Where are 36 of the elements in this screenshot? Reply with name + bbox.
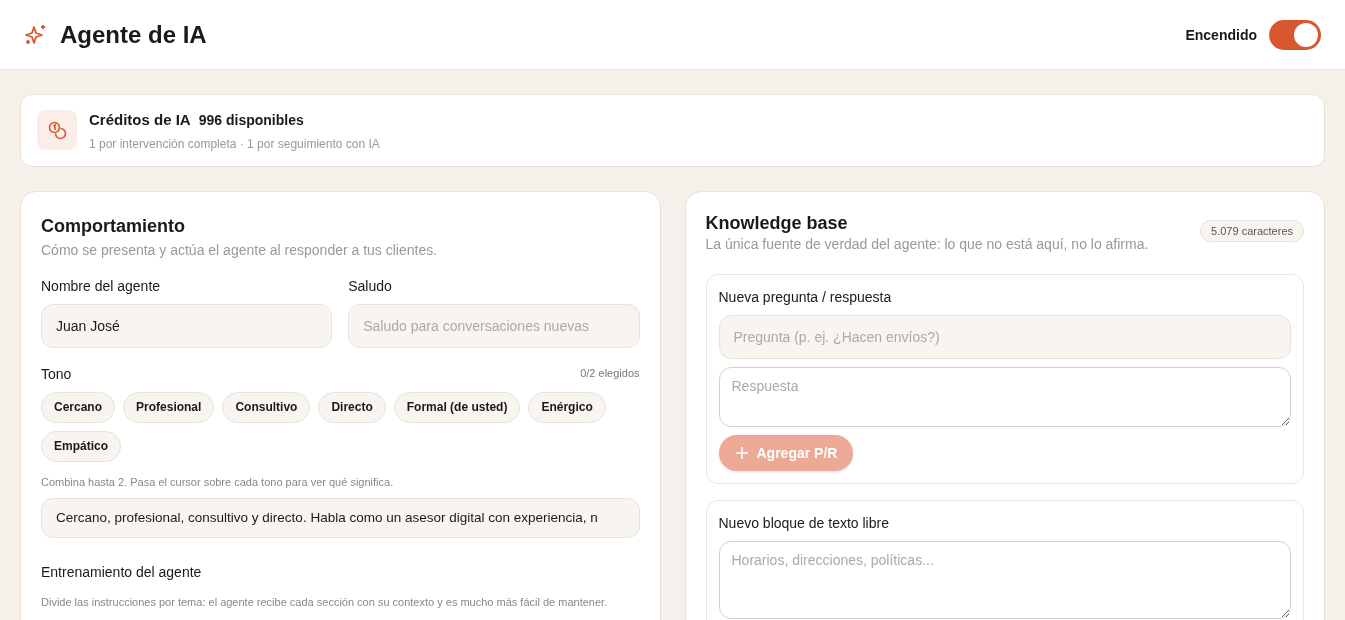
answer-field[interactable]: Respuesta [718,367,1291,427]
plus-icon [734,446,749,460]
section-subtitle: La única fuente de verdad del agente: lo que no está aquí, no lo afirma. [705,235,1149,254]
section-subtitle: Cómo se presenta y actúa el agente al responder a tus clientes. [41,240,439,260]
tone-chip[interactable]: Directo [318,391,386,423]
field-label: Nombre del agente [41,276,162,296]
card-title: Nueva pregunta / respuesta [718,288,893,307]
field-label: Tono [41,364,72,384]
field-label: Saludo [348,276,393,296]
tone-chip[interactable]: Enérgico [528,391,606,423]
section-title: Knowledge base [705,211,849,234]
tone-count: 0/2 elegidos [580,366,640,382]
card-title: Nuevo bloque de texto libre [718,514,890,533]
text-field[interactable]: Juan José [41,303,333,348]
credits-available: 996 disponibles [198,111,304,130]
sparkle-icon [24,22,48,47]
character-count-badge: 5.079 caracteres [1200,219,1304,242]
question-field[interactable]: Pregunta (p. ej. ¿Hacen envíos?) [718,315,1291,359]
tone-hint: Combina hasta 2. Pasa el cursor sobre cada tono para ver qué significa. [41,474,395,490]
training-title: Entrenamiento del agente [41,563,203,582]
training-hint: Divide las instrucciones por tema: el agente recibe cada sección con su contexto y es mucho más fácil de mantener. [41,595,609,610]
toggle-label: Encendido [1185,25,1257,45]
text-field[interactable]: Saludo para conversaciones nuevas [348,303,640,348]
page-title: Agente de IA [60,19,207,50]
tone-chip[interactable]: Profesional [123,391,215,423]
tone-description-field[interactable]: Cercano, profesional, consultivo y directo. Habla como un asesor digital con experiencia, n [41,498,640,538]
tone-chip[interactable]: Formal (de usted) [393,391,521,423]
tone-chip[interactable]: Cercano [41,391,116,423]
credits-title: Créditos de IA [89,110,191,130]
tone-chip[interactable]: Consultivo [222,391,311,423]
tone-chip[interactable]: Empático [41,430,121,462]
section-title: Comportamiento [41,214,186,238]
coins-icon [37,110,77,151]
credits-note: 1 por intervención completa · 1 por seguimiento con IA [89,135,380,152]
power-toggle[interactable] [1269,19,1321,50]
text-block-field[interactable]: Horarios, direcciones, políticas... [718,541,1291,619]
